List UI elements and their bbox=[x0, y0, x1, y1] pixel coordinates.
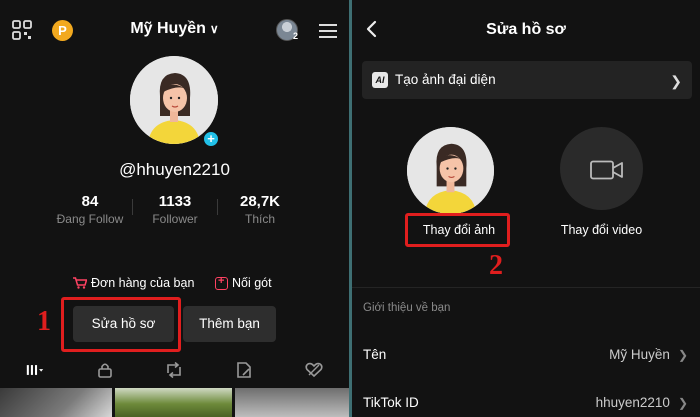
ai-avatar-card[interactable]: AI Tạo ảnh đại diện ❯ bbox=[362, 61, 692, 99]
menu-icon[interactable] bbox=[319, 24, 337, 38]
cart-icon bbox=[73, 277, 87, 289]
follow-along-label: Nối gót bbox=[232, 276, 272, 290]
chevron-right-icon: ❯ bbox=[677, 347, 688, 362]
chevron-down-icon: ∨ bbox=[209, 22, 219, 36]
current-avatar[interactable] bbox=[407, 127, 494, 214]
liked-icon[interactable] bbox=[305, 362, 323, 378]
stat-divider bbox=[132, 199, 133, 215]
favorites-icon[interactable] bbox=[235, 362, 253, 378]
likes-count[interactable]: 28,7K bbox=[225, 193, 295, 210]
avatar-illustration bbox=[407, 127, 494, 214]
lock-icon[interactable] bbox=[96, 362, 114, 378]
about-section-label: Giới thiệu về bạn bbox=[363, 302, 451, 314]
following-count[interactable]: 84 bbox=[55, 193, 125, 210]
section-divider bbox=[352, 287, 700, 288]
follower-count[interactable]: 1133 bbox=[140, 193, 210, 210]
repost-icon[interactable] bbox=[165, 362, 183, 378]
video-thumbnail[interactable] bbox=[115, 388, 232, 417]
video-thumbnail[interactable] bbox=[0, 388, 112, 417]
ai-avatar-label: Tạo ảnh đại diện bbox=[395, 72, 496, 87]
tiktok-id-row[interactable]: hhuyen2210 ❯ bbox=[596, 395, 688, 410]
video-camera-icon bbox=[590, 160, 623, 180]
stat-divider bbox=[217, 199, 218, 215]
likes-label: Thích bbox=[244, 212, 275, 226]
page-title: Sửa hồ sơ bbox=[486, 21, 566, 38]
name-row-label: Tên bbox=[363, 347, 387, 362]
tiktok-id-value: hhuyen2210 bbox=[595, 395, 670, 410]
content-tabs bbox=[0, 355, 349, 385]
grid-icon[interactable] bbox=[26, 362, 44, 378]
video-thumbnail[interactable] bbox=[235, 388, 349, 417]
chevron-right-icon: ❯ bbox=[670, 73, 682, 89]
highlight-box-change-photo bbox=[405, 213, 510, 247]
ai-icon: AI bbox=[372, 72, 388, 88]
profile-video-slot[interactable] bbox=[560, 127, 643, 210]
orders-link[interactable]: Đơn hàng của bạn bbox=[73, 276, 194, 290]
change-video-button[interactable]: Thay đổi video bbox=[552, 223, 651, 237]
edit-profile-screen: Sửa hồ sơ AI Tạo ảnh đại diện ❯ Thay đổi… bbox=[352, 0, 700, 417]
follower-label: Follower bbox=[152, 212, 198, 226]
friends-count-badge: 2 bbox=[293, 31, 299, 41]
tiktok-id-row-label: TikTok ID bbox=[363, 395, 419, 410]
name-value: Mỹ Huyền bbox=[609, 347, 670, 362]
add-follow-icon bbox=[215, 275, 228, 290]
profile-screen: P Mỹ Huyền ∨ 2 + @hhuyen2210 84 Đang Foll… bbox=[0, 0, 349, 417]
username: Mỹ Huyền bbox=[130, 20, 206, 37]
follow-along-link[interactable]: Nối gót bbox=[215, 275, 272, 290]
add-friend-button[interactable]: Thêm bạn bbox=[183, 306, 276, 342]
add-avatar-icon[interactable]: + bbox=[202, 130, 220, 148]
user-handle: @hhuyen2210 bbox=[119, 160, 230, 179]
orders-label: Đơn hàng của bạn bbox=[91, 276, 195, 290]
following-label: Đang Follow bbox=[56, 212, 124, 226]
highlight-box-edit-profile bbox=[61, 297, 181, 352]
step-number-1: 1 bbox=[37, 306, 51, 337]
video-thumbnails bbox=[0, 388, 349, 417]
step-number-2: 2 bbox=[489, 250, 503, 281]
name-row[interactable]: Mỹ Huyền ❯ bbox=[609, 347, 688, 362]
chevron-right-icon: ❯ bbox=[677, 395, 688, 410]
